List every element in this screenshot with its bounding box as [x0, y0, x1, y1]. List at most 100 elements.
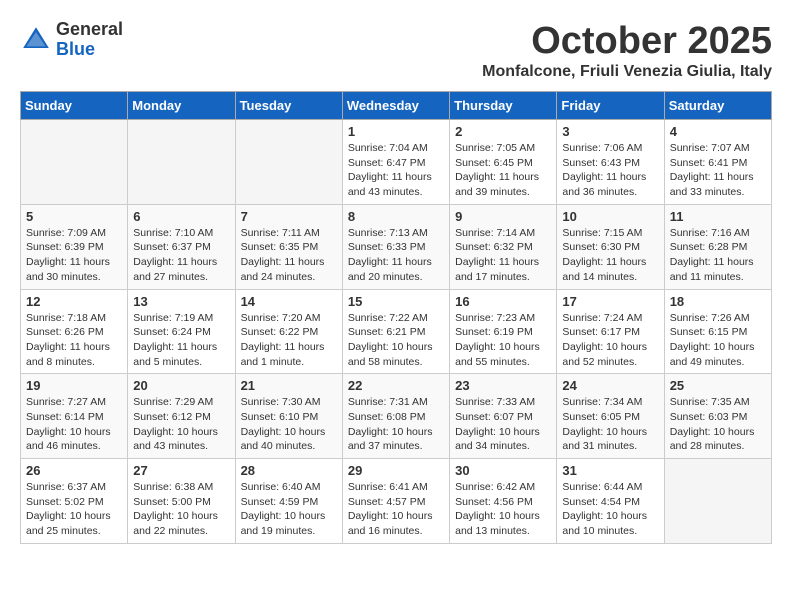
- day-number: 14: [241, 294, 337, 309]
- calendar-cell: 20Sunrise: 7:29 AM Sunset: 6:12 PM Dayli…: [128, 374, 235, 459]
- day-number: 3: [562, 124, 658, 139]
- weekday-header-monday: Monday: [128, 92, 235, 120]
- day-info: Sunrise: 7:11 AM Sunset: 6:35 PM Dayligh…: [241, 226, 337, 285]
- day-info: Sunrise: 7:06 AM Sunset: 6:43 PM Dayligh…: [562, 141, 658, 200]
- day-number: 19: [26, 378, 122, 393]
- calendar-cell: 8 Sunrise: 7:13 AM Sunset: 6:33 PM Daylig…: [342, 204, 449, 289]
- weekday-header-thursday: Thursday: [450, 92, 557, 120]
- day-info: Sunrise: 6:42 AM Sunset: 4:56 PM Dayligh…: [455, 480, 551, 539]
- calendar-cell: 23 Sunrise: 7:33 AM Sunset: 6:07 PM Dayli…: [450, 374, 557, 459]
- weekday-header-row: SundayMondayTuesdayWednesdayThursdayFrid…: [21, 92, 772, 120]
- calendar-cell: 29 Sunrise: 6:41 AM Sunset: 4:57 PM Dayli…: [342, 459, 449, 544]
- page-header: General Blue October 2025 Monfalcone, Fr…: [20, 20, 772, 81]
- day-info: Sunrise: 7:24 AM Sunset: 6:17 PM Dayligh…: [562, 311, 658, 370]
- day-info: Sunrise: 6:44 AM Sunset: 4:54 PM Dayligh…: [562, 480, 658, 539]
- day-info: Sunrise: 7:30 AM Sunset: 6:10 PM Dayligh…: [241, 395, 337, 454]
- day-number: 7: [241, 209, 337, 224]
- weekday-header-wednesday: Wednesday: [342, 92, 449, 120]
- calendar-week-3: 12 Sunrise: 7:18 AM Sunset: 6:26 PM Dayli…: [21, 289, 772, 374]
- calendar-cell: 16 Sunrise: 7:23 AM Sunset: 6:19 PM Dayli…: [450, 289, 557, 374]
- calendar-cell: 21 Sunrise: 7:30 AM Sunset: 6:10 PM Dayli…: [235, 374, 342, 459]
- calendar-cell: 5 Sunrise: 7:09 AM Sunset: 6:39 PM Daylig…: [21, 204, 128, 289]
- calendar-cell: 9 Sunrise: 7:14 AM Sunset: 6:32 PM Daylig…: [450, 204, 557, 289]
- day-number: 25: [670, 378, 766, 393]
- day-info: Sunrise: 7:33 AM Sunset: 6:07 PM Dayligh…: [455, 395, 551, 454]
- day-info: Sunrise: 7:10 AM Sunset: 6:37 PM Dayligh…: [133, 226, 229, 285]
- day-number: 1: [348, 124, 444, 139]
- weekday-header-tuesday: Tuesday: [235, 92, 342, 120]
- location-title: Monfalcone, Friuli Venezia Giulia, Italy: [482, 63, 772, 81]
- calendar-cell: 4 Sunrise: 7:07 AM Sunset: 6:41 PM Daylig…: [664, 120, 771, 205]
- day-info: Sunrise: 7:15 AM Sunset: 6:30 PM Dayligh…: [562, 226, 658, 285]
- calendar-cell: [128, 120, 235, 205]
- day-number: 8: [348, 209, 444, 224]
- day-info: Sunrise: 6:41 AM Sunset: 4:57 PM Dayligh…: [348, 480, 444, 539]
- calendar-cell: [21, 120, 128, 205]
- calendar-cell: 17Sunrise: 7:24 AM Sunset: 6:17 PM Dayli…: [557, 289, 664, 374]
- day-info: Sunrise: 7:14 AM Sunset: 6:32 PM Dayligh…: [455, 226, 551, 285]
- day-number: 21: [241, 378, 337, 393]
- calendar-week-4: 19 Sunrise: 7:27 AM Sunset: 6:14 PM Dayli…: [21, 374, 772, 459]
- day-number: 6: [133, 209, 229, 224]
- day-number: 27: [133, 463, 229, 478]
- calendar-cell: 22 Sunrise: 7:31 AM Sunset: 6:08 PM Dayli…: [342, 374, 449, 459]
- calendar-cell: 25 Sunrise: 7:35 AM Sunset: 6:03 PM Dayli…: [664, 374, 771, 459]
- day-number: 4: [670, 124, 766, 139]
- day-number: 22: [348, 378, 444, 393]
- day-number: 15: [348, 294, 444, 309]
- weekday-header-saturday: Saturday: [664, 92, 771, 120]
- calendar-week-1: 1Sunrise: 7:04 AM Sunset: 6:47 PM Daylig…: [21, 120, 772, 205]
- day-info: Sunrise: 7:05 AM Sunset: 6:45 PM Dayligh…: [455, 141, 551, 200]
- day-info: Sunrise: 7:34 AM Sunset: 6:05 PM Dayligh…: [562, 395, 658, 454]
- calendar-cell: 12 Sunrise: 7:18 AM Sunset: 6:26 PM Dayli…: [21, 289, 128, 374]
- calendar-cell: 26 Sunrise: 6:37 AM Sunset: 5:02 PM Dayli…: [21, 459, 128, 544]
- calendar-cell: 31Sunrise: 6:44 AM Sunset: 4:54 PM Dayli…: [557, 459, 664, 544]
- day-info: Sunrise: 7:16 AM Sunset: 6:28 PM Dayligh…: [670, 226, 766, 285]
- day-info: Sunrise: 7:29 AM Sunset: 6:12 PM Dayligh…: [133, 395, 229, 454]
- day-number: 12: [26, 294, 122, 309]
- calendar-cell: [664, 459, 771, 544]
- day-info: Sunrise: 7:22 AM Sunset: 6:21 PM Dayligh…: [348, 311, 444, 370]
- day-info: Sunrise: 7:07 AM Sunset: 6:41 PM Dayligh…: [670, 141, 766, 200]
- calendar-cell: 6 Sunrise: 7:10 AM Sunset: 6:37 PM Daylig…: [128, 204, 235, 289]
- calendar-cell: 13 Sunrise: 7:19 AM Sunset: 6:24 PM Dayli…: [128, 289, 235, 374]
- calendar-cell: 14Sunrise: 7:20 AM Sunset: 6:22 PM Dayli…: [235, 289, 342, 374]
- month-title: October 2025: [482, 20, 772, 63]
- day-info: Sunrise: 6:37 AM Sunset: 5:02 PM Dayligh…: [26, 480, 122, 539]
- calendar-cell: [235, 120, 342, 205]
- day-info: Sunrise: 7:18 AM Sunset: 6:26 PM Dayligh…: [26, 311, 122, 370]
- calendar-cell: 10Sunrise: 7:15 AM Sunset: 6:30 PM Dayli…: [557, 204, 664, 289]
- weekday-header-friday: Friday: [557, 92, 664, 120]
- day-number: 9: [455, 209, 551, 224]
- day-number: 13: [133, 294, 229, 309]
- calendar-week-2: 5 Sunrise: 7:09 AM Sunset: 6:39 PM Daylig…: [21, 204, 772, 289]
- day-number: 11: [670, 209, 766, 224]
- logo: General Blue: [20, 20, 123, 60]
- day-info: Sunrise: 6:38 AM Sunset: 5:00 PM Dayligh…: [133, 480, 229, 539]
- logo-blue-text: Blue: [56, 40, 123, 60]
- calendar-cell: 1Sunrise: 7:04 AM Sunset: 6:47 PM Daylig…: [342, 120, 449, 205]
- day-number: 16: [455, 294, 551, 309]
- day-number: 29: [348, 463, 444, 478]
- day-number: 2: [455, 124, 551, 139]
- day-info: Sunrise: 7:09 AM Sunset: 6:39 PM Dayligh…: [26, 226, 122, 285]
- title-section: October 2025 Monfalcone, Friuli Venezia …: [482, 20, 772, 81]
- calendar-cell: 7 Sunrise: 7:11 AM Sunset: 6:35 PM Daylig…: [235, 204, 342, 289]
- calendar-week-5: 26 Sunrise: 6:37 AM Sunset: 5:02 PM Dayli…: [21, 459, 772, 544]
- day-info: Sunrise: 7:27 AM Sunset: 6:14 PM Dayligh…: [26, 395, 122, 454]
- calendar-cell: 3 Sunrise: 7:06 AM Sunset: 6:43 PM Daylig…: [557, 120, 664, 205]
- day-number: 5: [26, 209, 122, 224]
- calendar-cell: 19 Sunrise: 7:27 AM Sunset: 6:14 PM Dayli…: [21, 374, 128, 459]
- day-info: Sunrise: 7:23 AM Sunset: 6:19 PM Dayligh…: [455, 311, 551, 370]
- day-number: 26: [26, 463, 122, 478]
- day-info: Sunrise: 7:35 AM Sunset: 6:03 PM Dayligh…: [670, 395, 766, 454]
- day-number: 23: [455, 378, 551, 393]
- day-number: 24: [562, 378, 658, 393]
- day-info: Sunrise: 7:31 AM Sunset: 6:08 PM Dayligh…: [348, 395, 444, 454]
- day-info: Sunrise: 7:19 AM Sunset: 6:24 PM Dayligh…: [133, 311, 229, 370]
- calendar-cell: 27 Sunrise: 6:38 AM Sunset: 5:00 PM Dayli…: [128, 459, 235, 544]
- day-info: Sunrise: 7:13 AM Sunset: 6:33 PM Dayligh…: [348, 226, 444, 285]
- day-info: Sunrise: 6:40 AM Sunset: 4:59 PM Dayligh…: [241, 480, 337, 539]
- calendar-cell: 11 Sunrise: 7:16 AM Sunset: 6:28 PM Dayli…: [664, 204, 771, 289]
- logo-icon: [20, 24, 52, 56]
